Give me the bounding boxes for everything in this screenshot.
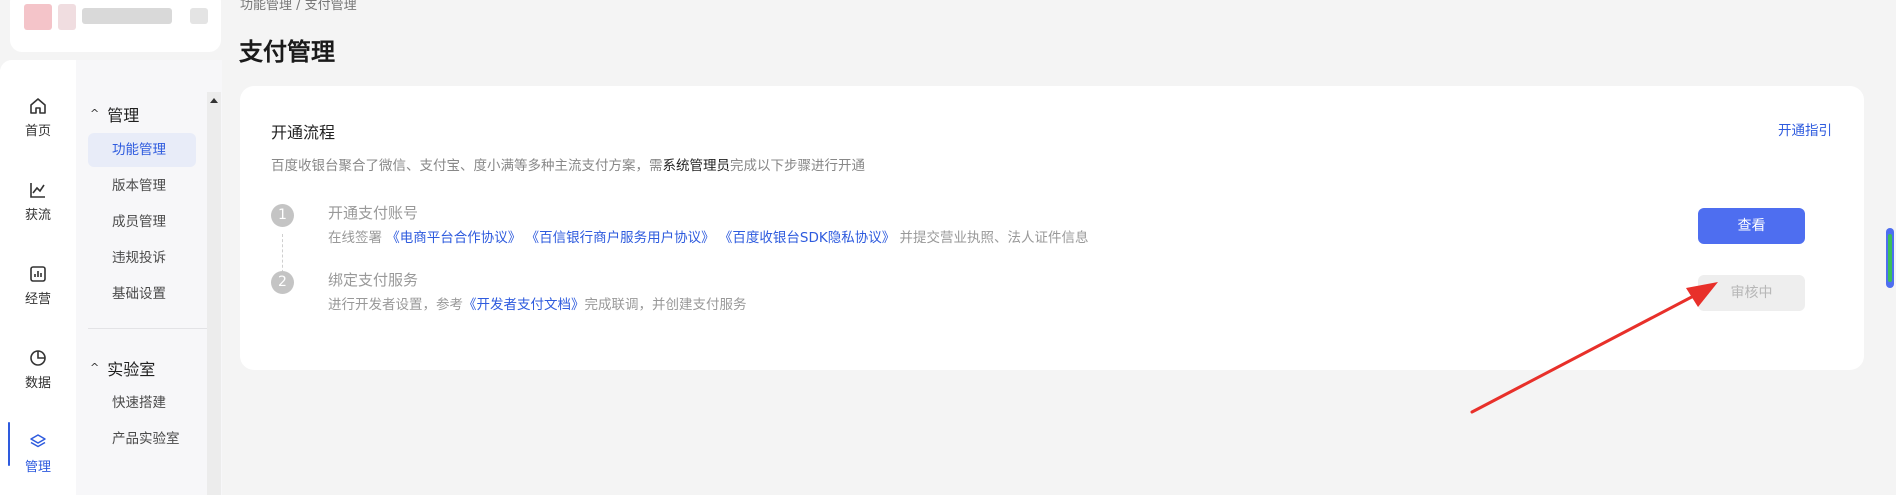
rail-item-traffic[interactable]: 获流 — [0, 170, 76, 230]
step-desc-text: 进行开发者设置，参考 — [328, 297, 463, 313]
secondary-menu: ^ 管理 功能管理 版本管理 成员管理 违规投诉 基础设置 ^ 实验室 快速搭建… — [76, 60, 222, 495]
layers-icon — [30, 434, 46, 448]
step-title-1: 开通支付账号 — [328, 204, 419, 222]
home-icon — [30, 98, 46, 114]
active-rail-indicator — [8, 422, 10, 466]
chevron-up-icon: ^ — [90, 106, 100, 120]
chevron-up-icon: ^ — [90, 360, 100, 374]
sidebar-scrollbar[interactable] — [207, 92, 221, 495]
rail-item-manage[interactable]: 管理 — [0, 422, 76, 482]
rail-item-business[interactable]: 经营 — [0, 254, 76, 314]
step-desc-text: 完成联调，并创建支付服务 — [584, 297, 747, 313]
annotation-arrow-icon — [1470, 282, 1718, 414]
rail-label: 管理 — [24, 460, 51, 475]
menu-item-violation-complaint[interactable]: 违规投诉 — [88, 241, 196, 275]
step-desc-1: 在线签署 《电商平台合作协议》 《百信银行商户服务用户协议》 《百度收银台SDK… — [328, 226, 1089, 246]
rail-item-data[interactable]: 数据 — [0, 338, 76, 398]
rail-label: 数据 — [24, 376, 51, 391]
pie-chart-icon — [30, 350, 46, 366]
agreement-link-ecommerce[interactable]: 《电商平台合作协议》 — [386, 230, 521, 246]
scroll-up-icon[interactable] — [210, 98, 218, 103]
developer-payment-doc-link[interactable]: 《开发者支付文档》 — [463, 297, 585, 313]
card-title: 开通流程 — [271, 123, 336, 142]
bar-chart-icon — [30, 266, 46, 282]
menu-item-quick-build[interactable]: 快速搭建 — [88, 386, 196, 420]
desc-highlight: 系统管理员 — [662, 158, 731, 174]
app-name-blurred — [82, 8, 172, 24]
logo-mark-part — [58, 4, 76, 30]
logo-mark — [24, 4, 52, 30]
step-title-2: 绑定支付服务 — [328, 271, 419, 289]
step-desc-2: 进行开发者设置，参考《开发者支付文档》完成联调，并创建支付服务 — [328, 293, 747, 313]
page-title: 支付管理 — [239, 38, 335, 66]
rail-label: 获流 — [24, 208, 51, 223]
app-logo[interactable] — [10, 0, 221, 52]
rail-label: 经营 — [24, 292, 51, 307]
breadcrumb: 功能管理 / 支付管理 — [240, 0, 357, 13]
step-desc-text: 在线签署 — [328, 230, 382, 246]
desc-text: 百度收银台聚合了微信、支付宝、度小满等多种主流支付方案，需 — [271, 158, 663, 174]
menu-group-title: 管理 — [107, 106, 140, 125]
menu-group-manage[interactable]: ^ 管理 — [90, 102, 139, 126]
menu-divider — [88, 328, 208, 329]
agreement-link-sdk-privacy[interactable]: 《百度收银台SDK隐私协议》 — [719, 230, 895, 246]
menu-item-basic-settings[interactable]: 基础设置 — [88, 277, 196, 311]
view-button[interactable]: 查看 — [1698, 208, 1805, 244]
rail-label: 首页 — [24, 124, 51, 139]
menu-item-product-lab[interactable]: 产品实验室 — [88, 422, 196, 456]
trend-chart-icon — [30, 183, 45, 198]
menu-item-version-management[interactable]: 版本管理 — [88, 169, 196, 203]
page-scrollbar-thumb[interactable] — [1888, 234, 1892, 282]
agreement-link-baixin[interactable]: 《百信银行商户服务用户协议》 — [526, 230, 715, 246]
menu-item-feature-management[interactable]: 功能管理 — [88, 133, 196, 167]
step-desc-text: 并提交营业执照、法人证件信息 — [899, 230, 1089, 246]
app-name-blurred-2 — [190, 8, 208, 24]
menu-group-title: 实验室 — [107, 360, 156, 379]
menu-item-member-management[interactable]: 成员管理 — [88, 205, 196, 239]
activation-guide-link[interactable]: 开通指引 — [1778, 119, 1832, 139]
rail-item-home[interactable]: 首页 — [0, 86, 76, 146]
primary-nav-rail: 首页 获流 经营 数据 管理 — [0, 60, 76, 495]
step-number-2: 2 — [271, 271, 294, 294]
card-description: 百度收银台聚合了微信、支付宝、度小满等多种主流支付方案，需系统管理员完成以下步骤… — [271, 154, 865, 174]
menu-group-lab[interactable]: ^ 实验室 — [90, 356, 155, 380]
desc-text: 完成以下步骤进行开通 — [730, 158, 865, 174]
step-number-1: 1 — [271, 204, 294, 227]
sidebar: 首页 获流 经营 数据 管理 ^ 管理 功能管理 版本管理 成员管理 违规投诉 … — [0, 60, 222, 495]
